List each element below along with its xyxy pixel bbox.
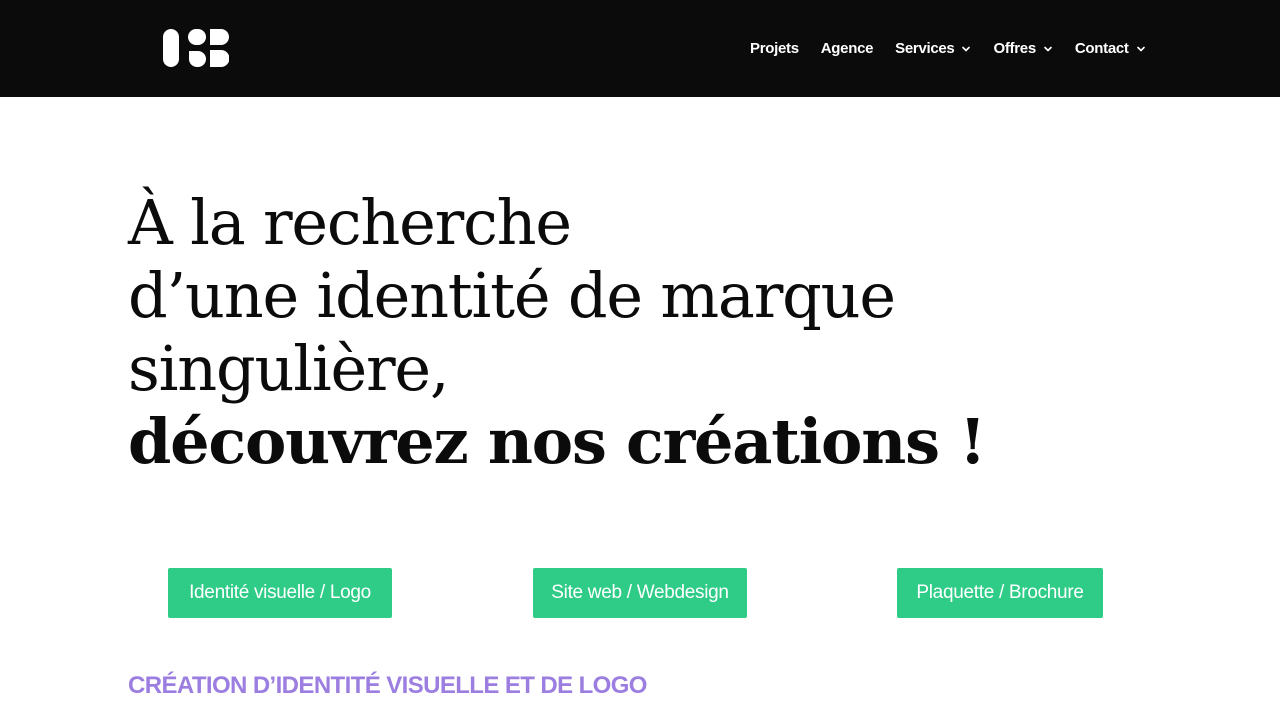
nav-item-contact[interactable]: Contact	[1075, 40, 1146, 57]
site-header: Projets Agence Services Offres Contact	[0, 0, 1280, 97]
identity-logo-button[interactable]: Identité visuelle / Logo	[168, 568, 392, 618]
section-title: CRÉATION D’IDENTITÉ VISUELLE ET DE LOGO	[128, 672, 647, 699]
chevron-down-icon	[962, 46, 971, 51]
logo-link[interactable]	[163, 29, 230, 68]
nav-item-label: Agence	[820, 40, 874, 57]
chevron-down-icon	[1136, 46, 1145, 51]
nav-item-services[interactable]: Services	[895, 40, 971, 57]
nav-item-label: Services	[895, 40, 955, 57]
brochure-button[interactable]: Plaquette / Brochure	[897, 568, 1103, 618]
logo-icon	[163, 29, 230, 67]
hero-heading: À la recherche d’une identité de marque …	[128, 186, 986, 478]
chevron-down-icon	[1044, 46, 1052, 51]
hero-line-2: d’une identité de marque	[128, 259, 896, 332]
nav-item-label: Offres	[993, 40, 1036, 57]
nav-item-label: Projets	[750, 40, 799, 57]
nav-item-label: Contact	[1074, 40, 1129, 57]
hero-line-3: singulière,	[128, 332, 450, 405]
nav-item-agence[interactable]: Agence	[820, 40, 874, 57]
hero-line-4: découvrez nos créations !	[128, 405, 986, 478]
main-nav: Projets Agence Services Offres Contact	[750, 0, 1146, 97]
nav-item-offres[interactable]: Offres	[993, 40, 1052, 57]
nav-item-projets[interactable]: Projets	[750, 40, 799, 57]
hero-line-1: À la recherche	[128, 186, 572, 259]
website-webdesign-button[interactable]: Site web / Webdesign	[533, 568, 747, 618]
